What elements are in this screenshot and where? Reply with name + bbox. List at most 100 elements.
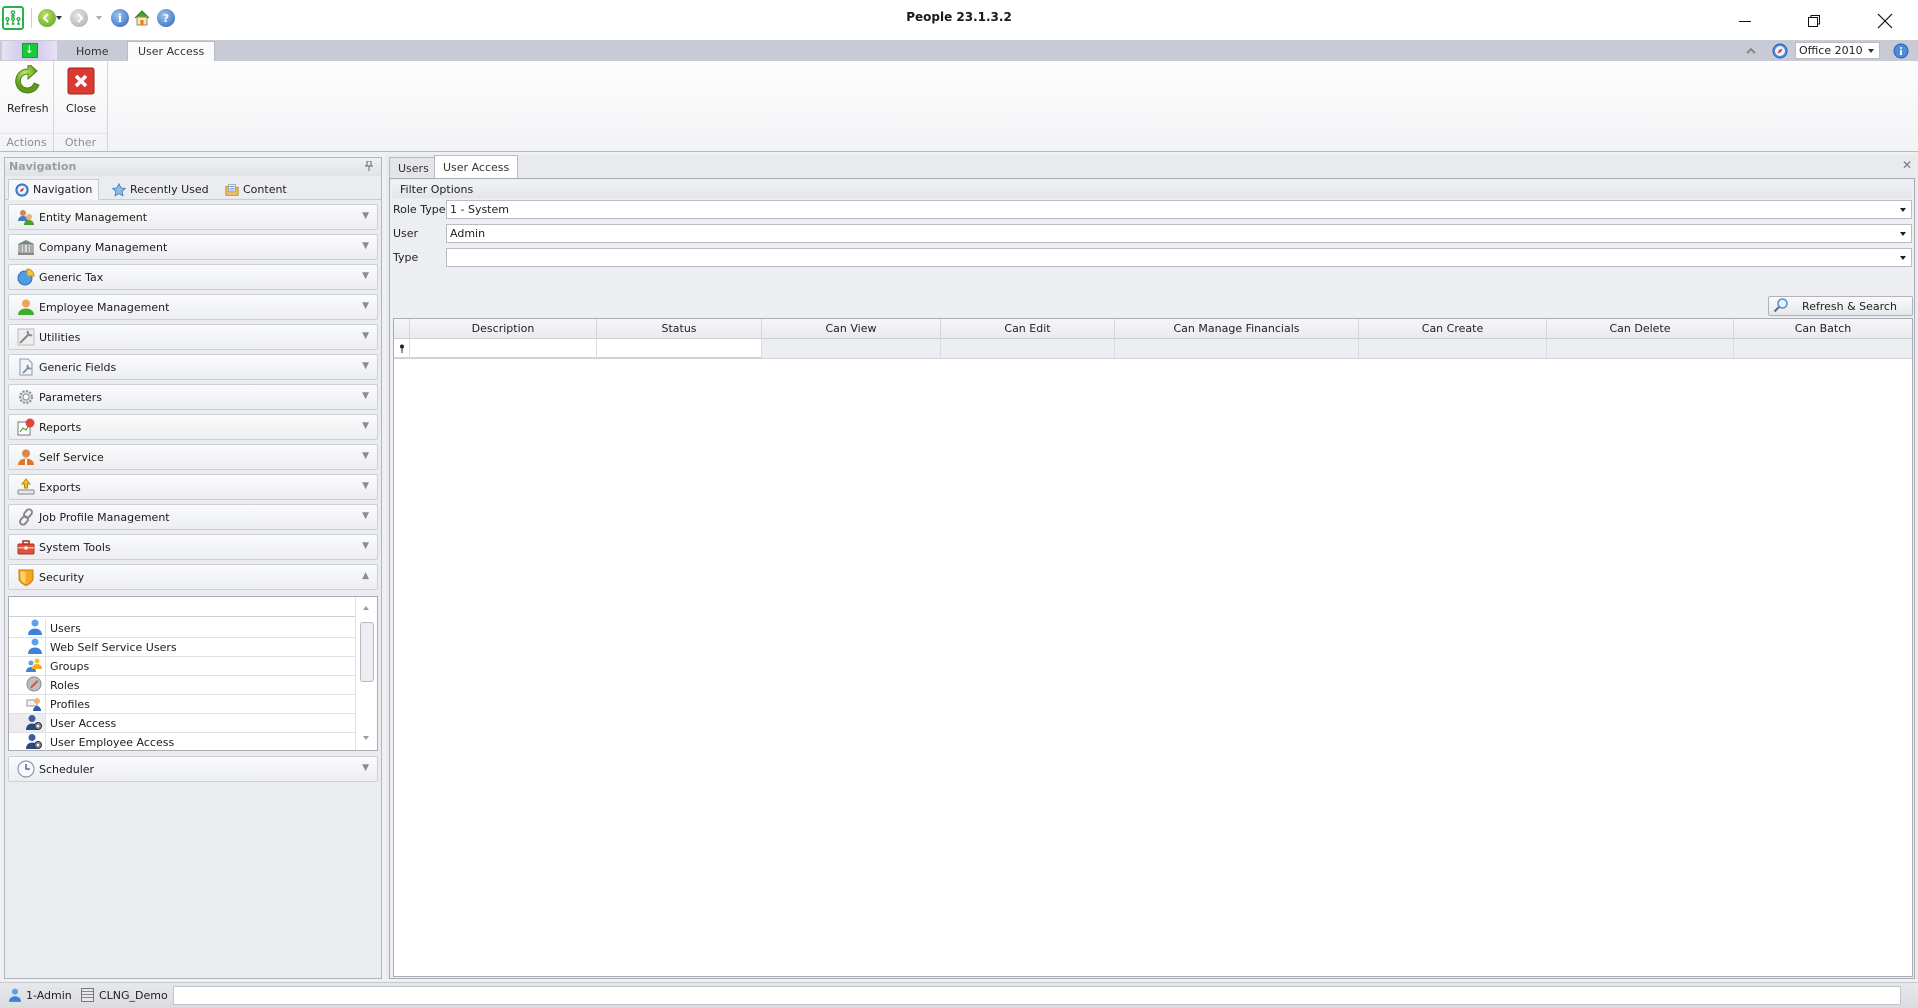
- column-header-status[interactable]: Status: [597, 319, 762, 339]
- security-item-user-access[interactable]: User Access: [9, 714, 355, 733]
- app-logo-icon[interactable]: [2, 6, 24, 30]
- nav-tab-recently-used[interactable]: Recently Used: [106, 179, 215, 200]
- new-row-can-delete-cell[interactable]: [1547, 339, 1734, 358]
- grid-new-item-row[interactable]: [394, 339, 1912, 359]
- nav-group-entity-management[interactable]: Entity Management ▼: [8, 204, 378, 230]
- nav-tab-content[interactable]: Content: [219, 179, 293, 200]
- close-document-icon[interactable]: ✕: [1902, 158, 1912, 172]
- role-type-select[interactable]: 1 - System: [446, 200, 1912, 219]
- security-list-scrollbar[interactable]: [355, 597, 377, 750]
- refresh-button[interactable]: Refresh: [7, 65, 49, 115]
- chevron-down-icon: [1900, 208, 1906, 212]
- nav-group-label: Generic Tax: [39, 270, 104, 284]
- security-item-label: Web Self Service Users: [50, 640, 177, 654]
- refresh-icon: [12, 65, 44, 97]
- row-indicator-header: [394, 319, 410, 339]
- new-row-status-cell[interactable]: [597, 339, 762, 358]
- nav-group-security[interactable]: Security ▲: [8, 564, 378, 590]
- security-item-label: Profiles: [50, 697, 90, 711]
- new-row-can-create-cell[interactable]: [1359, 339, 1547, 358]
- file-menu-button[interactable]: ↓: [2, 41, 57, 60]
- type-select[interactable]: [446, 248, 1912, 267]
- help-icon[interactable]: ?: [157, 9, 175, 27]
- forward-icon[interactable]: [70, 9, 88, 27]
- nav-group-generic-tax[interactable]: Generic Tax ▼: [8, 264, 378, 290]
- nav-group-generic-fields[interactable]: Generic Fields ▼: [8, 354, 378, 380]
- document-area: Users User Access ✕ Filter Options Role …: [386, 155, 1918, 979]
- close-button[interactable]: Close: [65, 65, 97, 115]
- nav-group-reports[interactable]: Reports ▼: [8, 414, 378, 440]
- nav-group-system-tools[interactable]: System Tools ▼: [8, 534, 378, 560]
- nav-group-utilities[interactable]: Utilities ▼: [8, 324, 378, 350]
- filter-options-header: Filter Options: [392, 181, 1912, 198]
- info-icon[interactable]: i: [111, 9, 129, 27]
- folder-icon: [225, 183, 239, 197]
- theme-select[interactable]: Office 2010: [1795, 42, 1880, 59]
- nav-group-parameters[interactable]: Parameters ▼: [8, 384, 378, 410]
- new-row-can-batch-cell[interactable]: [1734, 339, 1912, 358]
- scroll-thumb[interactable]: [360, 622, 374, 682]
- status-user: 1-Admin: [9, 988, 72, 1002]
- back-icon[interactable]: [38, 9, 56, 27]
- minimize-button[interactable]: [1722, 6, 1768, 36]
- nav-group-label: Job Profile Management: [39, 510, 170, 524]
- column-header-description[interactable]: Description: [410, 319, 597, 339]
- nav-group-scheduler[interactable]: Scheduler ▼: [8, 756, 378, 782]
- home-icon[interactable]: [133, 9, 151, 27]
- ribbon-group-label: Actions: [0, 133, 53, 149]
- security-item-users[interactable]: Users: [9, 619, 355, 638]
- column-header-can-batch[interactable]: Can Batch: [1734, 319, 1912, 339]
- close-window-button[interactable]: [1862, 6, 1908, 36]
- security-item-web-self-service-users[interactable]: Web Self Service Users: [9, 638, 355, 657]
- chain-link-icon: [17, 508, 35, 526]
- user-icon: [28, 619, 42, 638]
- user-icon: [28, 638, 42, 657]
- restore-button[interactable]: [1791, 6, 1837, 36]
- doc-tab-users[interactable]: Users: [389, 157, 438, 178]
- roles-icon: [26, 676, 42, 695]
- security-item-profiles[interactable]: Profiles: [9, 695, 355, 714]
- user-access-icon: [26, 733, 42, 752]
- nav-group-exports[interactable]: Exports ▼: [8, 474, 378, 500]
- chevron-down-icon: ▼: [362, 451, 369, 461]
- new-row-can-edit-cell[interactable]: [941, 339, 1115, 358]
- nav-group-employee-management[interactable]: Employee Management ▼: [8, 294, 378, 320]
- user-select[interactable]: Admin: [446, 224, 1912, 243]
- about-info-icon[interactable]: [1893, 40, 1909, 61]
- nav-group-label: Security: [39, 570, 85, 584]
- new-row-can-view-cell[interactable]: [762, 339, 941, 358]
- back-dropdown-icon[interactable]: [56, 16, 62, 20]
- refresh-and-search-button[interactable]: Refresh & Search: [1768, 296, 1913, 316]
- employee-icon: [17, 298, 35, 316]
- column-header-can-delete[interactable]: Can Delete: [1547, 319, 1734, 339]
- chevron-down-icon: ▼: [362, 481, 369, 491]
- ribbon-group-actions: Refresh Actions: [0, 61, 54, 151]
- collapse-ribbon-icon[interactable]: [1745, 40, 1757, 61]
- pie-chart-icon: [17, 268, 35, 286]
- nav-group-label: Company Management: [39, 240, 168, 254]
- column-header-can-edit[interactable]: Can Edit: [941, 319, 1115, 339]
- security-filter-input[interactable]: [9, 597, 355, 617]
- column-header-can-create[interactable]: Can Create: [1359, 319, 1547, 339]
- chevron-down-icon: [1900, 256, 1906, 260]
- new-row-description-cell[interactable]: [410, 339, 597, 358]
- column-header-can-view[interactable]: Can View: [762, 319, 941, 339]
- nav-group-job-profile-management[interactable]: Job Profile Management ▼: [8, 504, 378, 530]
- navigation-panel: Navigation Navigation Recently Used Cont…: [4, 157, 382, 979]
- ribbon-tab-home[interactable]: Home: [66, 41, 118, 61]
- ribbon-tab-user-access[interactable]: User Access: [127, 41, 216, 61]
- security-item-user-employee-access[interactable]: User Employee Access: [9, 733, 355, 752]
- nav-group-company-management[interactable]: Company Management ▼: [8, 234, 378, 260]
- forward-dropdown-icon[interactable]: [96, 16, 102, 20]
- nav-tab-navigation[interactable]: Navigation: [8, 179, 100, 200]
- scroll-up-icon[interactable]: [363, 606, 369, 610]
- nav-group-self-service[interactable]: Self Service ▼: [8, 444, 378, 470]
- security-item-groups[interactable]: Groups: [9, 657, 355, 676]
- nav-tab-label: Content: [243, 183, 287, 196]
- security-item-roles[interactable]: Roles: [9, 676, 355, 695]
- column-header-can-manage-financials[interactable]: Can Manage Financials: [1115, 319, 1359, 339]
- security-item-label: Groups: [50, 659, 90, 673]
- scroll-down-icon[interactable]: [363, 736, 369, 740]
- new-row-can-manage-financials-cell[interactable]: [1115, 339, 1359, 358]
- doc-tab-user-access[interactable]: User Access: [434, 155, 519, 178]
